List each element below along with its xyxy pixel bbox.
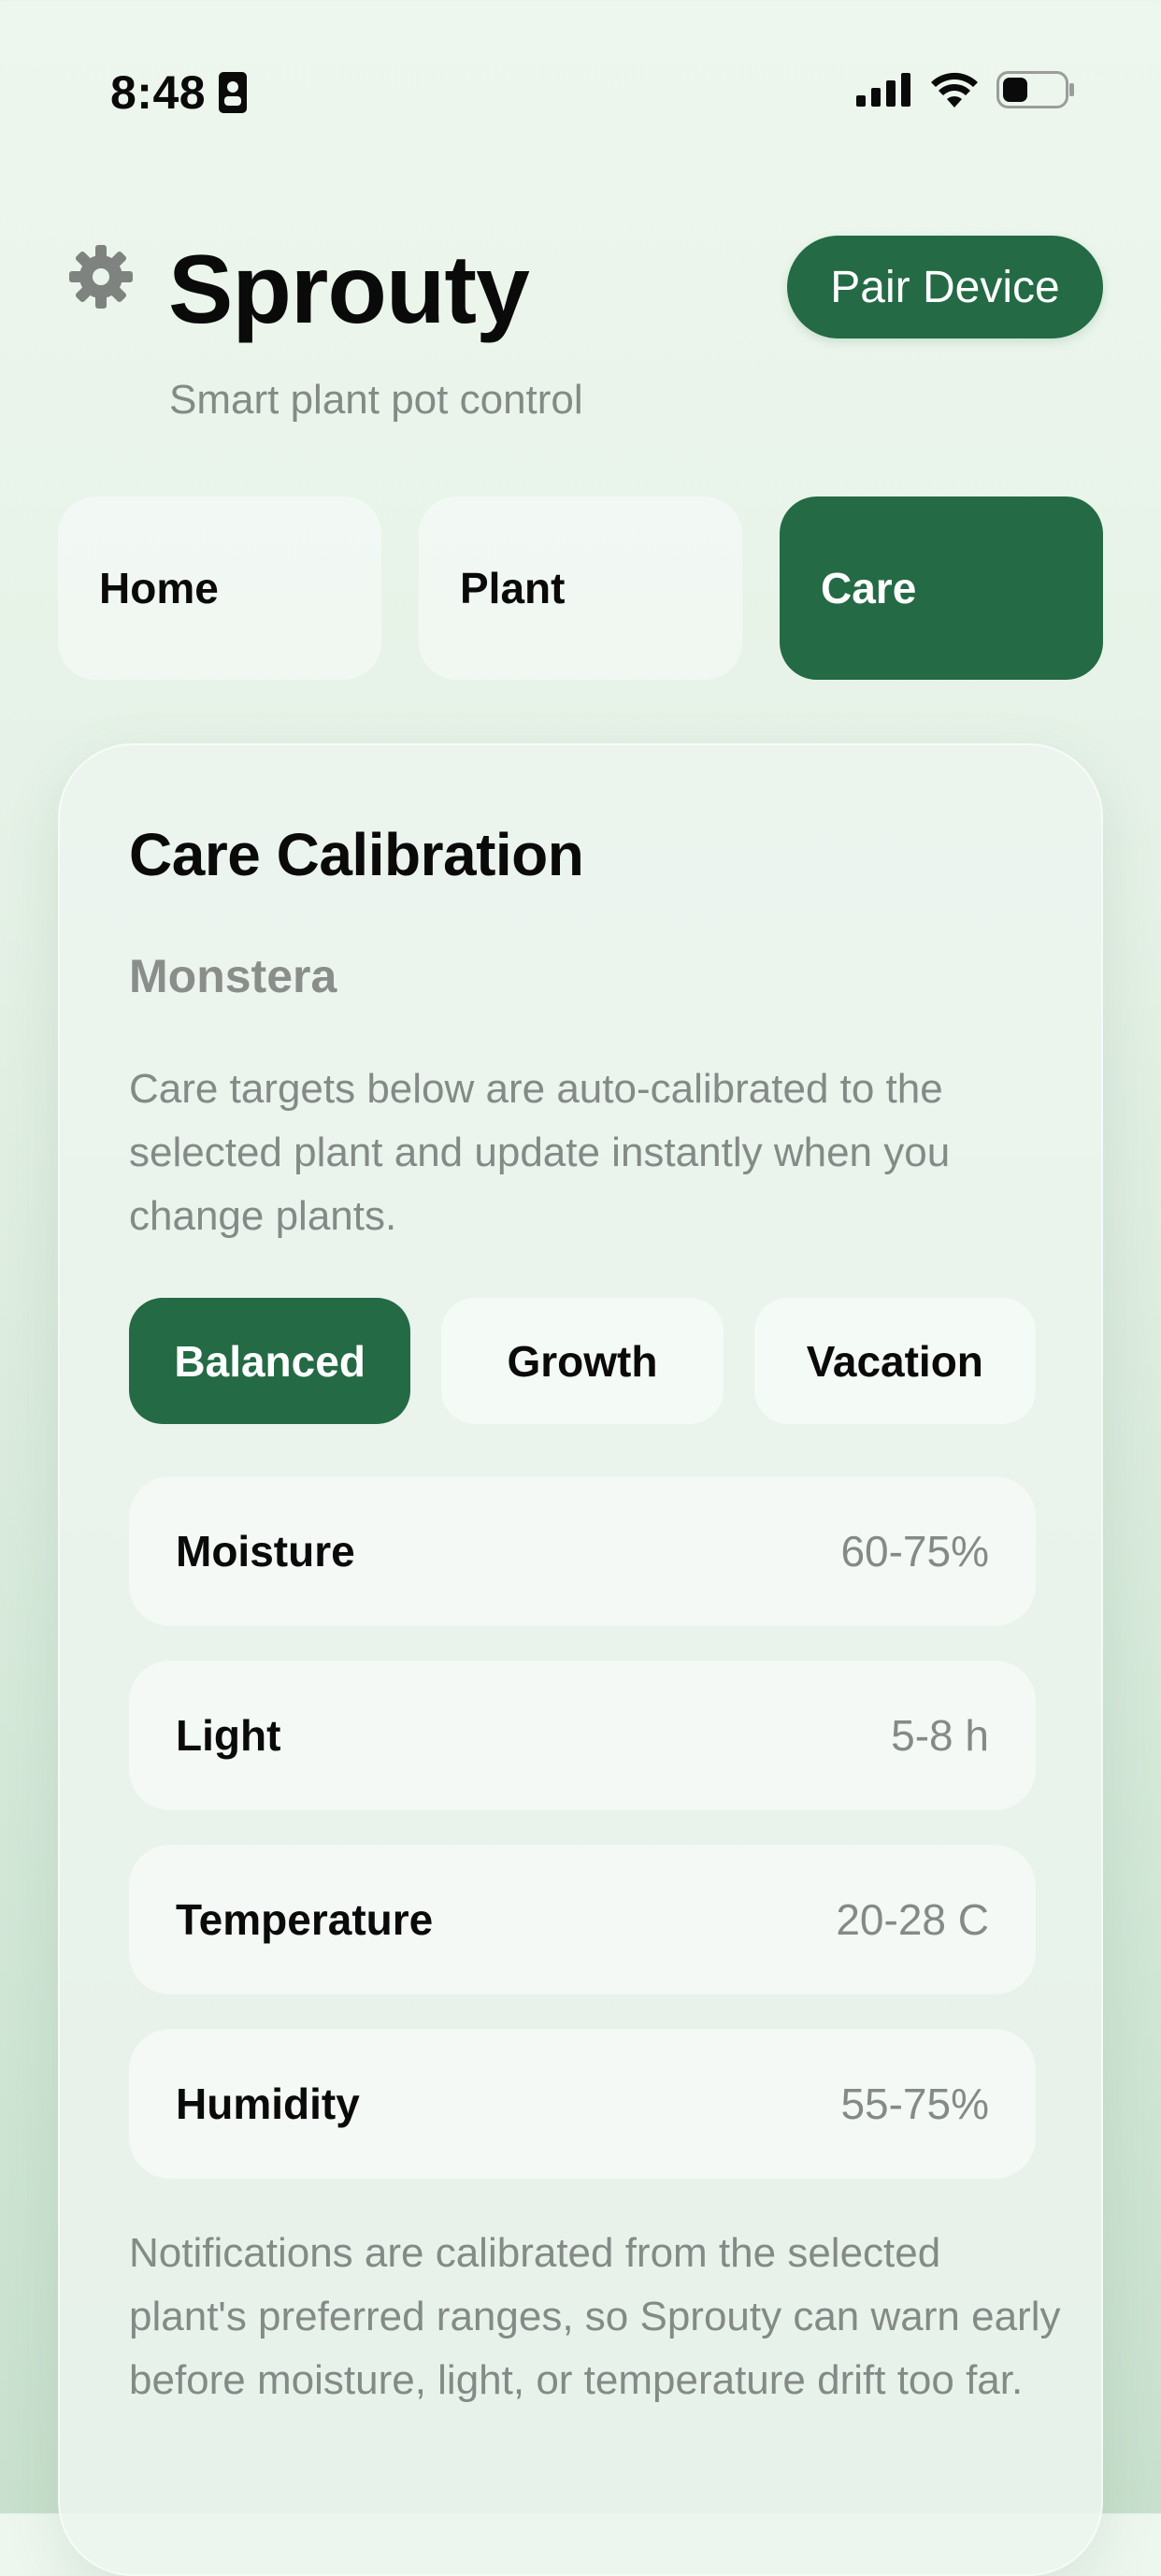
target-value: 60-75%	[840, 1527, 989, 1576]
pair-device-button[interactable]: Pair Device	[787, 236, 1103, 338]
target-row-humidity: Humidity 55-75%	[129, 2029, 1036, 2179]
target-value: 20-28 C	[836, 1895, 989, 1944]
status-indicators	[856, 71, 1075, 108]
status-bar: 8:48	[0, 0, 1161, 187]
tab-plant[interactable]: Plant	[419, 496, 742, 680]
mode-vacation-button[interactable]: Vacation	[753, 1298, 1036, 1424]
status-time-label: 8:48	[110, 66, 207, 119]
target-row-temperature: Temperature 20-28 C	[129, 1845, 1036, 1994]
id-card-icon	[219, 72, 248, 113]
card-title: Care Calibration	[129, 821, 584, 888]
mode-balanced-button[interactable]: Balanced	[129, 1298, 411, 1424]
target-label: Moisture	[176, 1527, 355, 1576]
app-title: Sprouty	[168, 236, 530, 344]
gear-icon[interactable]	[69, 245, 133, 309]
tab-care[interactable]: Care	[780, 496, 1103, 680]
target-value: 55-75%	[840, 2080, 989, 2128]
target-row-moisture: Moisture 60-75%	[129, 1476, 1036, 1626]
app-header: Sprouty Smart plant pot control Pair Dev…	[0, 224, 1161, 449]
status-time: 8:48	[110, 65, 248, 120]
target-row-light: Light 5-8 h	[129, 1661, 1036, 1810]
mode-growth-button[interactable]: Growth	[441, 1298, 724, 1424]
plant-name: Monstera	[129, 950, 337, 1002]
care-mode-selector: Balanced Growth Vacation	[129, 1298, 1036, 1424]
target-label: Temperature	[176, 1895, 434, 1944]
card-description: Care targets below are auto-calibrated t…	[129, 1066, 951, 1239]
notifications-note: Notifications are calibrated from the se…	[129, 2230, 1061, 2403]
care-calibration-card: Care Calibration Monstera Care targets b…	[58, 743, 1103, 2576]
tab-home[interactable]: Home	[58, 496, 381, 680]
app-subtitle: Smart plant pot control	[169, 377, 583, 423]
care-targets-list: Moisture 60-75% Light 5-8 h Temperature …	[129, 1476, 1036, 2213]
target-value: 5-8 h	[891, 1711, 989, 1760]
cellular-signal-icon	[856, 73, 910, 107]
target-label: Light	[176, 1711, 281, 1760]
tab-bar: Home Plant Care	[58, 496, 1103, 680]
target-label: Humidity	[176, 2080, 360, 2128]
battery-icon	[996, 71, 1074, 108]
wifi-icon	[931, 72, 978, 108]
